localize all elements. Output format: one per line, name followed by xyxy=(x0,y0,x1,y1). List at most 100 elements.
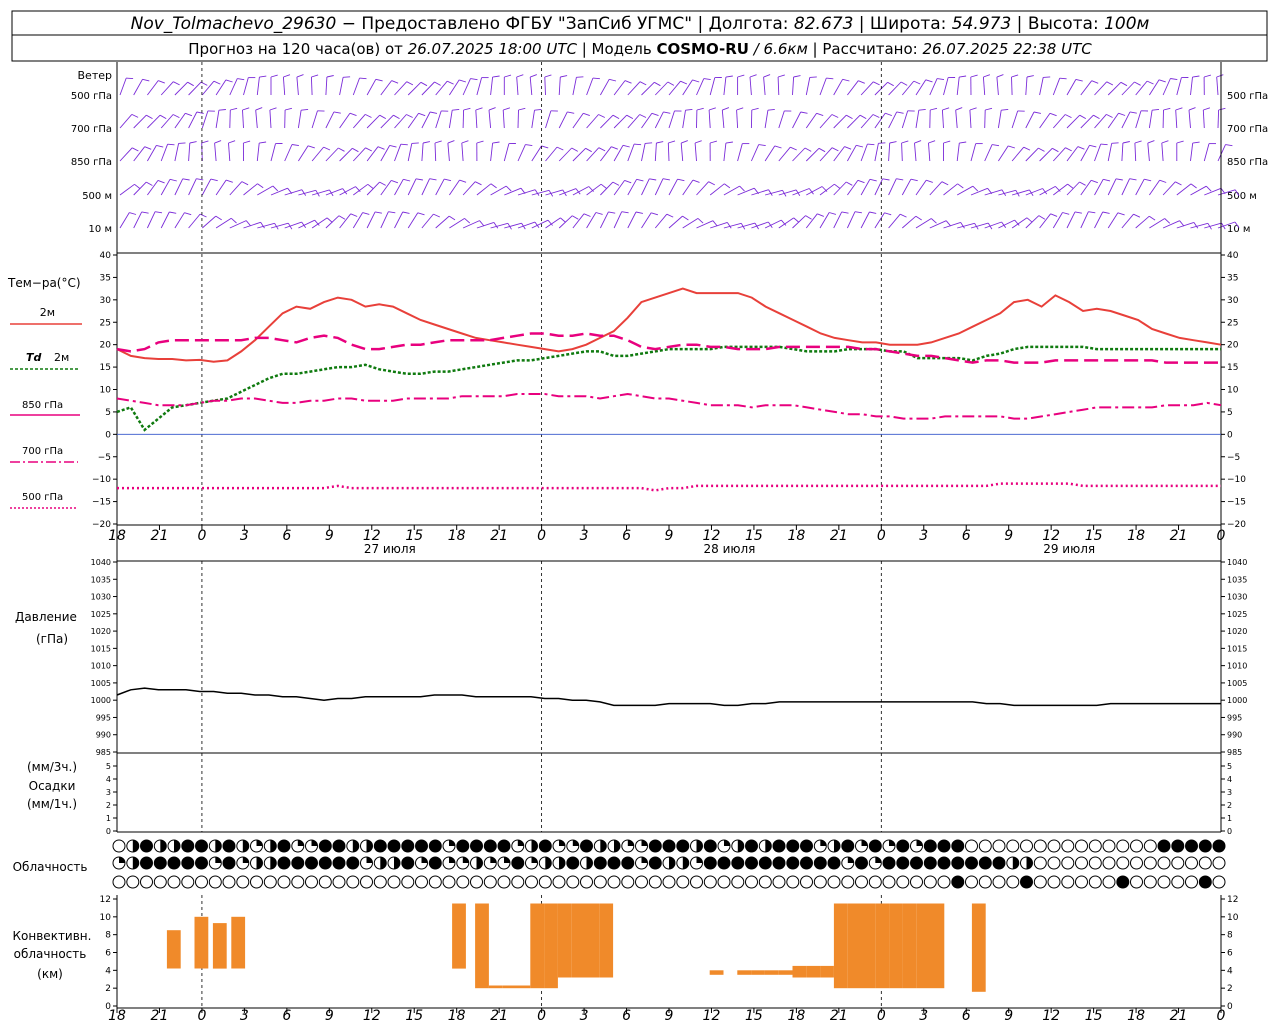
wind-barb xyxy=(805,77,811,96)
y-tick-label: −15 xyxy=(1227,498,1246,508)
cloud-cover-quarter xyxy=(875,857,882,863)
cloud-cover-symbol xyxy=(566,856,580,870)
wind-barb xyxy=(1025,188,1043,196)
wind-barb xyxy=(833,79,843,96)
wind-barb-feather xyxy=(1088,211,1096,214)
wind-barb-feather xyxy=(1089,144,1097,148)
wind-barb-feather xyxy=(635,211,643,214)
wind-barb xyxy=(215,217,232,229)
wind-barb-feather xyxy=(355,186,361,193)
wind-barb xyxy=(544,76,546,96)
wind-barb xyxy=(1080,180,1092,196)
wind-barb xyxy=(558,147,573,162)
x-tick-label: 6 xyxy=(282,528,291,544)
wind-barb xyxy=(792,111,802,129)
wind-barb-feather xyxy=(841,211,849,214)
wind-barb xyxy=(1039,113,1051,129)
cloud-cover-symbol xyxy=(1006,839,1020,853)
wind-barb-feather xyxy=(490,183,497,189)
cloud-cover-quarter xyxy=(641,840,648,846)
wind-barb xyxy=(641,81,655,96)
wind-barb xyxy=(1162,220,1180,229)
wind-barb-feather xyxy=(608,211,616,214)
wind-barb xyxy=(600,79,610,96)
wind-barb xyxy=(1190,185,1207,196)
cloud-cover-symbol xyxy=(827,875,841,889)
wind-barb-feather xyxy=(352,147,359,153)
wind-barb-feather xyxy=(169,211,177,214)
wind-barb xyxy=(915,79,927,96)
cloud-cover-symbol xyxy=(896,875,910,889)
wind-barb-feather xyxy=(957,183,964,189)
wind-barb xyxy=(366,79,377,96)
x-tick-label: 6 xyxy=(962,528,971,544)
cloud-cover-symbol xyxy=(222,875,236,889)
wind-barb xyxy=(1039,213,1051,229)
y-tick-label: 1005 xyxy=(91,679,111,688)
x-tick-label: 15 xyxy=(405,1008,423,1024)
wind-barb-feather xyxy=(651,112,659,117)
wind-barb-feather xyxy=(245,220,252,227)
wind-barb-feather xyxy=(1038,147,1045,152)
wind-barb-feather xyxy=(464,218,471,224)
wind-barb-feather xyxy=(708,181,716,186)
wind-barb xyxy=(929,220,947,229)
wind-barb-feather xyxy=(476,140,484,144)
wind-barb xyxy=(407,143,413,162)
wind-barb-feather xyxy=(488,107,496,111)
wind-barb-feather xyxy=(925,79,933,83)
y-tick-label: 30 xyxy=(1227,296,1239,306)
pressure-unit: (гПа) xyxy=(36,632,68,646)
y-tick-label: 35 xyxy=(100,273,111,283)
x-tick-label: 3 xyxy=(919,528,928,544)
x-tick-label: 21 xyxy=(490,1008,508,1024)
cloud-cover-symbol xyxy=(882,875,896,889)
y-tick-label: 1 xyxy=(1227,814,1232,823)
x-tick-label: 0 xyxy=(877,1008,886,1024)
cloud-cover-symbol xyxy=(992,839,1006,853)
cloud-cover-symbol xyxy=(1047,839,1061,853)
cloud-cover-symbol xyxy=(1198,875,1212,889)
wind-barb xyxy=(215,179,227,196)
wind-barb xyxy=(806,186,823,196)
wind-barb xyxy=(435,215,450,229)
wind-barb-feather xyxy=(804,147,812,152)
cloud-cover-symbol xyxy=(346,875,360,889)
cloud-cover-symbol xyxy=(1033,839,1047,853)
cloud-cover-half xyxy=(132,857,139,869)
cloud-cover-symbol xyxy=(690,875,703,889)
cloud-cover-symbol xyxy=(813,856,827,870)
wind-barb xyxy=(1135,178,1145,196)
wind-barb xyxy=(970,187,988,196)
wind-barb xyxy=(572,77,577,96)
wind-barb xyxy=(1176,77,1182,96)
wind-barb xyxy=(1121,213,1134,229)
wind-barb xyxy=(1025,76,1028,96)
wind-barb-feather xyxy=(157,179,165,184)
y-tick-label: 4 xyxy=(1227,966,1233,976)
wind-barb xyxy=(819,212,830,229)
cloud-cover-quarter xyxy=(119,857,125,863)
wind-barb xyxy=(133,79,143,96)
wind-barb xyxy=(310,76,313,96)
cloud-cover-half xyxy=(614,840,620,852)
cloud-cover-symbol xyxy=(387,875,401,889)
wind-barb-feather xyxy=(793,217,800,223)
wind-barb xyxy=(721,110,725,129)
wind-barb-feather xyxy=(388,211,396,214)
wind-barb-feather xyxy=(626,114,634,119)
wind-barb xyxy=(298,219,315,229)
cloud-cover-symbol xyxy=(896,839,910,853)
conv-cloud-bar xyxy=(516,985,531,989)
wind-barb xyxy=(243,77,249,96)
cloud-cover-symbol xyxy=(112,875,126,889)
wind-barb-feather xyxy=(656,141,664,144)
cloud-title: Облачность xyxy=(13,860,88,874)
wind-barb-feather xyxy=(751,107,759,111)
cloud-cover-symbol xyxy=(1006,875,1020,889)
wind-barb-feather xyxy=(1203,74,1212,78)
wind-barb-feather xyxy=(225,79,233,83)
y-tick-label: 1020 xyxy=(1227,627,1247,636)
cloud-cover-half xyxy=(600,840,607,852)
wind-barb-feather xyxy=(1192,141,1200,144)
